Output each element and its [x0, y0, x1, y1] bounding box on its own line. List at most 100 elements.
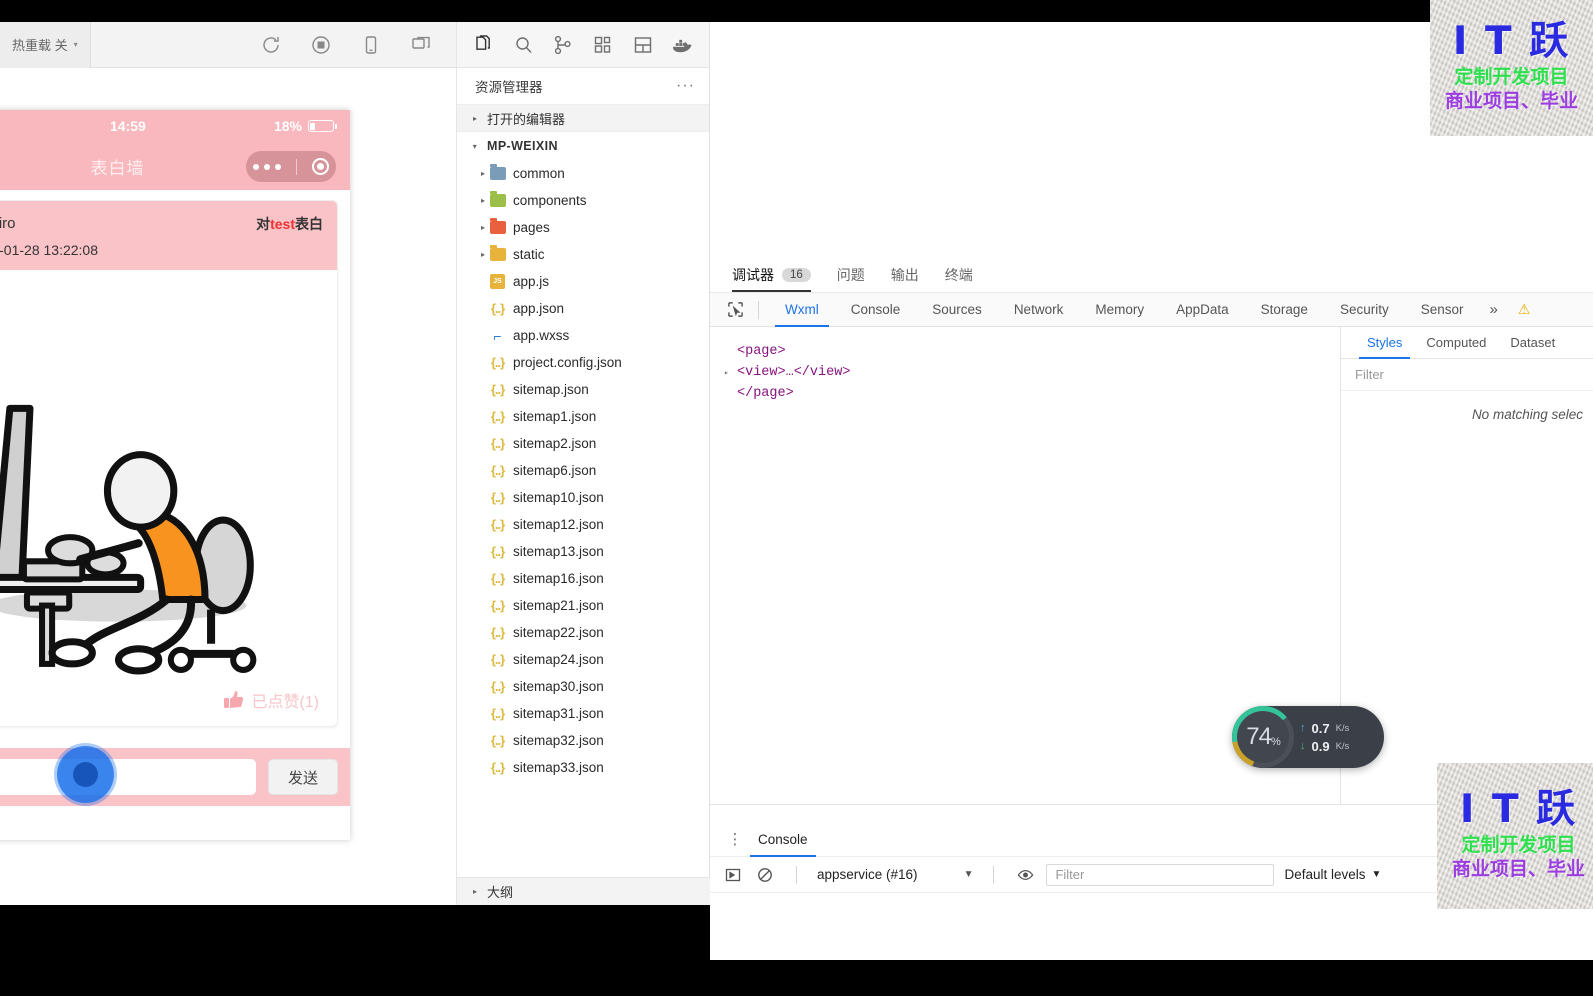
tree-item-label: sitemap.json — [513, 382, 589, 397]
hot-reload-dropdown[interactable]: 热重载 关 ▾ — [0, 21, 91, 68]
devtools-panel-tabs[interactable]: Wxml Console Sources Network Memory AppData St… — [710, 293, 1593, 327]
tree-folder-row[interactable]: ▸ pages — [457, 214, 709, 241]
open-editors-section[interactable]: ▸ 打开的编辑器 — [457, 104, 709, 132]
tree-file-row[interactable]: {..} sitemap22.json — [457, 619, 709, 646]
comment-input[interactable]: 点什么吧... — [0, 759, 256, 795]
tree-file-row[interactable]: ⌐ app.wxss — [457, 322, 709, 349]
record-icon[interactable] — [309, 33, 333, 57]
more-icon[interactable] — [253, 163, 282, 170]
wxml-view-node: <view>…</view> — [737, 365, 851, 380]
tree-file-row[interactable]: {..} sitemap21.json — [457, 592, 709, 619]
extensions-icon[interactable] — [592, 34, 614, 56]
devtools-top-tabs[interactable]: 调试器 16 问题 输出 终端 — [710, 255, 1593, 293]
devtools-panel-tab[interactable]: Wxml — [769, 293, 835, 327]
console-filter-input[interactable]: Filter — [1046, 863, 1275, 886]
window-icon[interactable] — [409, 33, 433, 57]
layout-icon[interactable] — [632, 34, 654, 56]
devtools-panel-tab[interactable]: Memory — [1079, 293, 1160, 327]
wxml-line-2[interactable]: ▸ <view>…</view> — [724, 362, 1340, 383]
tree-file-row[interactable]: {..} sitemap16.json — [457, 565, 709, 592]
devtools-top-tab[interactable]: 问题 — [837, 265, 865, 292]
devtools-panel-tab[interactable]: Sensor — [1405, 293, 1480, 327]
tree-file-row[interactable]: {..} sitemap31.json — [457, 700, 709, 727]
overflow-tabs-button[interactable]: » — [1480, 301, 1508, 318]
tree-file-row[interactable]: {..} sitemap1.json — [457, 403, 709, 430]
simulator-toolbar: 热重载 关 ▾ — [0, 21, 456, 68]
tree-file-row[interactable]: JS app.js — [457, 268, 709, 295]
console-menu-icon[interactable]: ⋮ — [724, 832, 746, 847]
expander-icon[interactable]: ▸ — [724, 368, 737, 378]
files-icon[interactable] — [473, 34, 495, 56]
styles-tab[interactable]: Computed — [1414, 327, 1498, 359]
eye-icon[interactable] — [1014, 865, 1036, 885]
tab-console[interactable]: Console — [746, 822, 820, 857]
json-file-icon: {..} — [490, 625, 505, 640]
device-icon[interactable] — [359, 33, 383, 57]
project-root-section[interactable]: ▾ MP-WEIXIN — [457, 132, 709, 160]
tree-file-row[interactable]: {..} sitemap32.json — [457, 727, 709, 754]
tab-label: 输出 — [890, 267, 919, 283]
devtools-panel-tab[interactable]: Network — [998, 293, 1080, 327]
tree-file-row[interactable]: {..} sitemap13.json — [457, 538, 709, 565]
json-file-icon: {..} — [490, 760, 505, 775]
tree-file-row[interactable]: {..} sitemap12.json — [457, 511, 709, 538]
json-file-icon: {..} — [490, 490, 505, 505]
warning-icon[interactable]: ⚠ — [1518, 301, 1531, 318]
tree-file-row[interactable]: {..} sitemap30.json — [457, 673, 709, 700]
tree-file-row[interactable]: {..} sitemap.json — [457, 376, 709, 403]
devtools-body: <page> ▸ <view>…</view> </page> Styles Co… — [710, 327, 1593, 804]
element-picker-icon[interactable] — [722, 299, 748, 321]
tree-file-row[interactable]: {..} sitemap10.json — [457, 484, 709, 511]
search-icon[interactable] — [513, 34, 535, 56]
tree-folder-row[interactable]: ▸ components — [457, 187, 709, 214]
tree-file-row[interactable]: {..} sitemap24.json — [457, 646, 709, 673]
devtools-panel-tab[interactable]: Security — [1324, 293, 1405, 327]
devtools-top-tab[interactable]: 调试器 16 — [732, 265, 811, 292]
tree-file-row[interactable]: {..} project.config.json — [457, 349, 709, 376]
tree-folder-row[interactable]: ▸ common — [457, 160, 709, 187]
refresh-icon[interactable] — [259, 33, 283, 57]
styles-filter-input[interactable]: Filter — [1341, 359, 1593, 391]
close-target-icon[interactable] — [311, 158, 329, 175]
json-file-icon: {..} — [490, 463, 505, 478]
tree-file-row[interactable]: {..} sitemap33.json — [457, 754, 709, 775]
cpu-usage-value: 74% — [1232, 706, 1294, 768]
docker-icon[interactable] — [671, 34, 693, 56]
wxss-file-icon: ⌐ — [493, 327, 502, 344]
styles-tab[interactable]: Dataset — [1498, 327, 1567, 359]
phone-nav-bar: 表白墙 — [0, 142, 350, 190]
json-file-icon: {..} — [490, 679, 505, 694]
network-speed-widget[interactable]: 74% ↑ 0.7 K/s ↓ 0.9 K/s — [1232, 706, 1384, 768]
devtools-panel-tab[interactable]: Storage — [1245, 293, 1324, 327]
tree-item-label: sitemap32.json — [513, 733, 604, 748]
outline-section[interactable]: ▸ 大纲 — [457, 877, 711, 905]
devtools-top-tab[interactable]: 输出 — [891, 265, 919, 292]
styles-tab-bar[interactable]: Styles Computed Dataset — [1341, 327, 1593, 359]
console-context-select[interactable]: appservice (#16) ▼ — [817, 867, 973, 882]
execute-icon[interactable] — [722, 865, 744, 885]
tree-file-row[interactable]: {..} sitemap6.json — [457, 457, 709, 484]
devtools-top-tab[interactable]: 终端 — [945, 265, 973, 292]
console-levels-select[interactable]: Default levels ▼ — [1284, 867, 1381, 882]
upload-value: 0.7 — [1311, 720, 1330, 736]
toolbar-divider — [758, 300, 759, 319]
tree-folder-row[interactable]: ▸ static — [457, 241, 709, 268]
styles-tab[interactable]: Styles — [1355, 327, 1414, 359]
devtools-panel-tab[interactable]: AppData — [1160, 293, 1245, 327]
wechat-capsule[interactable] — [246, 151, 336, 182]
hot-reload-label: 热重载 关 — [12, 38, 68, 53]
source-control-icon[interactable] — [552, 34, 574, 56]
devtools-panel-tab[interactable]: Console — [835, 293, 917, 327]
tree-item-label: sitemap31.json — [513, 706, 604, 721]
like-action[interactable]: 已点赞(1) — [223, 688, 319, 712]
file-tree[interactable]: ▸ common ▸ components ▸ pages ▸ static JS app.js {… — [457, 160, 709, 775]
explorer-more-button[interactable]: ··· — [676, 77, 695, 95]
tree-item-label: project.config.json — [513, 355, 622, 370]
tree-file-row[interactable]: {..} app.json — [457, 295, 709, 322]
devtools-panel-tab[interactable]: Sources — [916, 293, 998, 327]
clear-console-icon[interactable] — [754, 865, 776, 885]
tree-file-row[interactable]: {..} sitemap2.json — [457, 430, 709, 457]
send-button[interactable]: 发送 — [268, 759, 338, 795]
tree-item-label: sitemap12.json — [513, 517, 604, 532]
json-file-icon: {..} — [490, 652, 505, 667]
